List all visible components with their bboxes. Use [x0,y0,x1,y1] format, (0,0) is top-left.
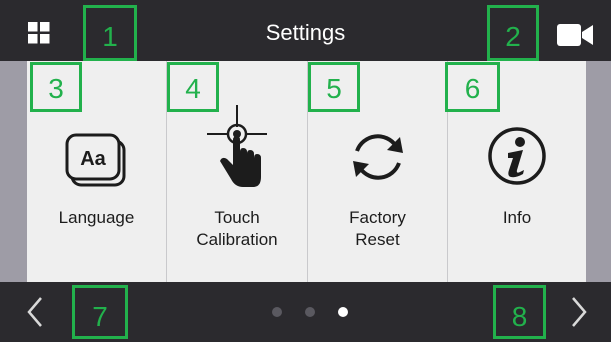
language-aa-icon: Aa [65,133,126,187]
info-icon [488,127,546,185]
annotation-marker: 7 [72,285,128,339]
page-dot[interactable] [272,307,282,317]
annotation-marker: 8 [493,285,546,339]
chevron-right-icon[interactable] [570,296,588,328]
tile-label-factory-reset: Factory Reset [349,208,406,249]
settings-screen: Settings Aa Language Touch Calibration F… [0,0,611,342]
chevron-left-icon[interactable] [26,296,44,328]
factory-reset-icon [353,134,403,180]
page-dot[interactable] [305,307,315,317]
annotation-marker: 4 [167,62,219,112]
tile-label-info: Info [502,208,532,227]
video-camera-icon[interactable] [557,24,593,46]
annotation-marker: 1 [83,5,137,61]
page-dot-active[interactable] [338,307,348,317]
annotation-marker: 5 [308,62,360,112]
annotation-marker: 3 [30,62,82,112]
annotation-marker: 6 [445,62,500,112]
tile-label-touch-calibration: Touch Calibration [196,208,278,249]
svg-text:Aa: Aa [80,148,106,170]
touch-calibration-icon [207,105,267,187]
annotation-marker: 2 [487,5,539,61]
tile-label-language: Language [58,208,135,227]
